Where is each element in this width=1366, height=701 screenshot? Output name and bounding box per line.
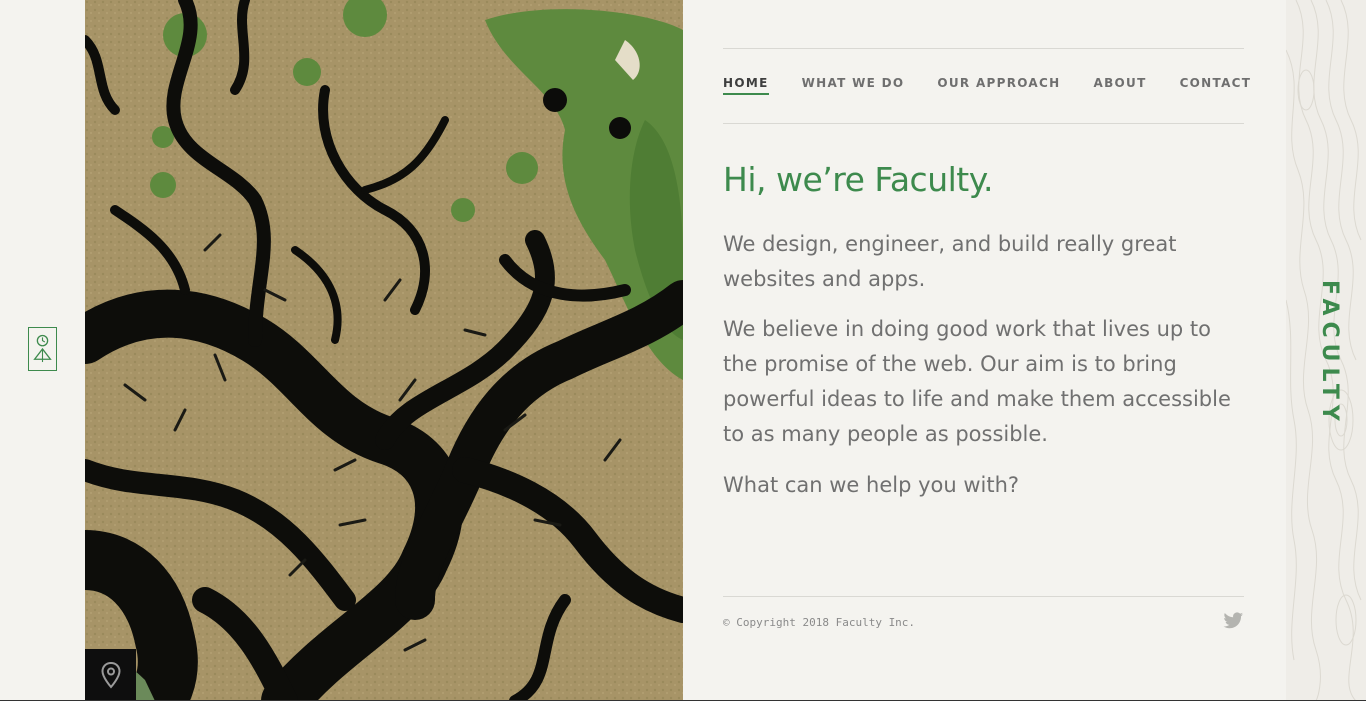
nav-item-our-approach[interactable]: OUR APPROACH — [937, 76, 1060, 95]
call-to-action-text: What can we help you with? — [723, 473, 1020, 497]
footer-divider — [723, 596, 1244, 597]
nav-divider — [723, 123, 1244, 124]
nav-item-about[interactable]: ABOUT — [1093, 76, 1146, 95]
main-content: HOME WHAT WE DO OUR APPROACH ABOUT CONTA… — [723, 0, 1250, 701]
hero-aerial-image — [85, 0, 683, 701]
faculty-logo-icon[interactable] — [28, 327, 57, 371]
main-nav: HOME WHAT WE DO OUR APPROACH ABOUT CONTA… — [723, 76, 1251, 95]
map-pin-icon[interactable] — [85, 649, 136, 701]
intro-paragraph: We design, engineer, and build really gr… — [723, 232, 1177, 291]
mission-paragraph: We believe in doing good work that lives… — [723, 317, 1231, 446]
copyright-text: © Copyright 2018 Faculty Inc. — [723, 616, 916, 629]
page-headline: Hi, we’re Faculty. — [723, 160, 994, 199]
brand-wordmark-vertical[interactable]: FACULTY — [1314, 280, 1342, 427]
nav-item-contact[interactable]: CONTACT — [1180, 76, 1252, 95]
top-divider — [723, 48, 1244, 49]
twitter-icon[interactable] — [1223, 612, 1244, 630]
nav-item-what-we-do[interactable]: WHAT WE DO — [802, 76, 905, 95]
nav-item-home[interactable]: HOME — [723, 76, 769, 95]
